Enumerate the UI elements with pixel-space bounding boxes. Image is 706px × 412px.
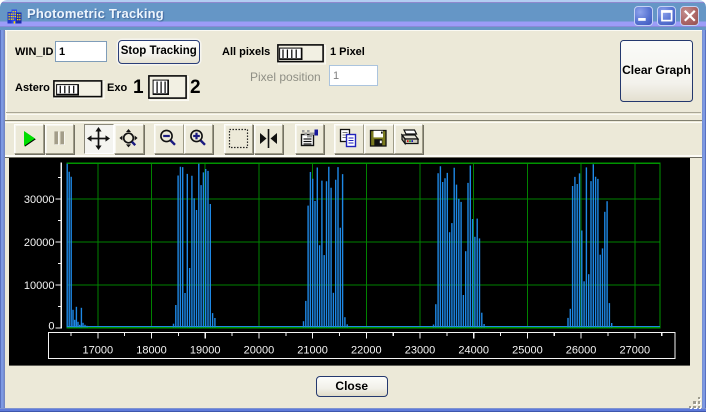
svg-text:24000: 24000 xyxy=(458,344,489,356)
svg-text:17000: 17000 xyxy=(83,344,114,356)
svg-text:22000: 22000 xyxy=(351,344,382,356)
svg-text:23000: 23000 xyxy=(405,344,436,356)
svg-text:20000: 20000 xyxy=(24,237,55,249)
svg-text:18000: 18000 xyxy=(136,344,167,356)
svg-text:26000: 26000 xyxy=(566,344,597,356)
svg-text:30000: 30000 xyxy=(24,194,55,206)
svg-text:19000: 19000 xyxy=(190,344,221,356)
svg-text:20000: 20000 xyxy=(244,344,275,356)
svg-text:27000: 27000 xyxy=(620,344,651,356)
svg-text:21000: 21000 xyxy=(297,344,328,356)
svg-text:25000: 25000 xyxy=(512,344,543,356)
svg-text:10000: 10000 xyxy=(24,280,55,292)
svg-text:0: 0 xyxy=(48,320,54,332)
